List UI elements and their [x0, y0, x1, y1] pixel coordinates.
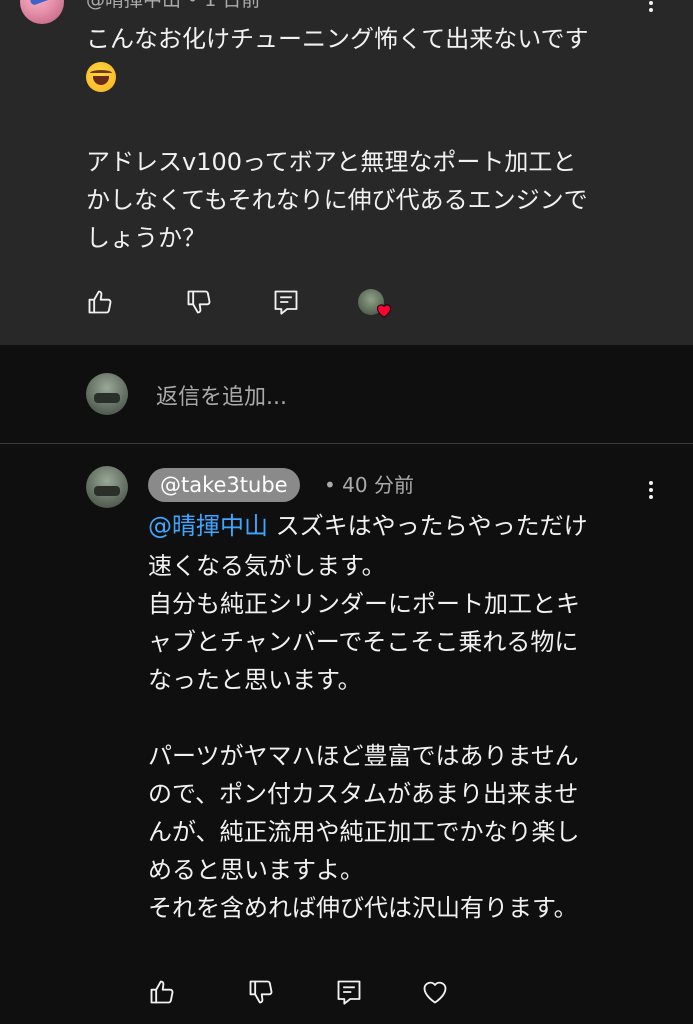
reply-comment-text: 速くなる気がします。 自分も純正シリンダーにポート加工とキ ャブとチャンバーでそ…: [148, 552, 580, 922]
current-user-avatar: [86, 373, 128, 415]
parent-comment: @晴揮中山 • 1 日前 こんなお化けチューニング怖くて出来ないです アドレスv…: [0, 0, 693, 345]
parent-more-icon[interactable]: [641, 0, 661, 17]
parent-comment-header: @晴揮中山 • 1 日前: [86, 0, 261, 11]
reply-icon[interactable]: [335, 978, 363, 1006]
reply-author-chip[interactable]: @take3tube: [148, 468, 300, 502]
reply-first-line-text: スズキはやったらやっただけ: [268, 512, 588, 540]
like-icon[interactable]: [86, 288, 114, 316]
reply-author-avatar[interactable]: [86, 466, 128, 508]
like-icon[interactable]: [148, 978, 176, 1006]
dislike-icon[interactable]: [185, 288, 213, 316]
dislike-icon[interactable]: [247, 978, 275, 1006]
laughing-with-tears-emoji-icon: [86, 62, 116, 92]
reply-timestamp: • 40 分前: [324, 473, 414, 497]
parent-author-avatar[interactable]: [20, 0, 64, 24]
parent-comment-text: アドレスv100ってボアと無理なポート加工と かしなくてもそれなりに伸び代あるエ…: [86, 148, 588, 252]
reply-icon[interactable]: [272, 288, 300, 316]
mention-link[interactable]: @晴揮中山: [148, 512, 268, 540]
divider: [0, 443, 693, 444]
reply-more-icon[interactable]: [641, 478, 661, 504]
heart-icon: [375, 302, 393, 318]
reply-first-line: @晴揮中山 スズキはやったらやっただけ: [148, 507, 588, 545]
add-reply-input[interactable]: 返信を追加...: [156, 379, 287, 411]
parent-comment-text-line1: こんなお化けチューニング怖くて出来ないです: [86, 25, 589, 53]
heart-outline-icon[interactable]: [421, 978, 449, 1006]
